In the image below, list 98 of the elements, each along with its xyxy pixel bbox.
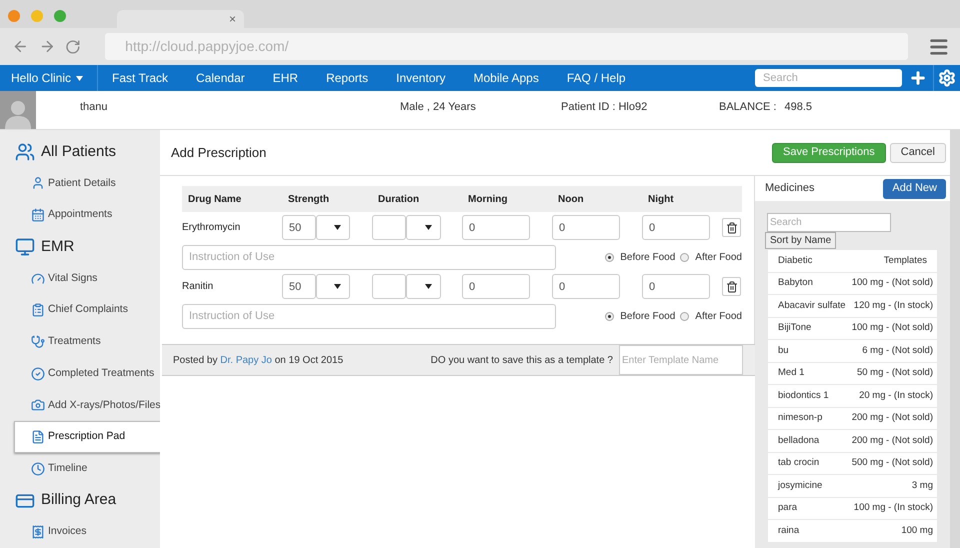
browser-tab[interactable]: × <box>117 10 244 28</box>
clock-icon <box>31 462 45 476</box>
page-title: Add Prescription <box>171 144 266 162</box>
medicine-item[interactable]: Babyton 100 mg - (Not sold) <box>768 272 937 294</box>
medicine-item[interactable]: tab crocin 500 mg - (Not sold) <box>768 452 937 474</box>
morning-field[interactable]: 0 <box>462 215 530 240</box>
medicines-title: Medicines <box>765 181 815 196</box>
noon-field[interactable]: 0 <box>552 215 620 240</box>
balance-label: BALANCE : <box>719 100 776 115</box>
nav-link[interactable]: FAQ / Help <box>566 69 626 87</box>
medicine-item[interactable]: raina 100 mg <box>768 520 937 542</box>
dropdown[interactable] <box>406 274 441 299</box>
patient-name: thanu <box>80 100 109 115</box>
stethoscope-icon <box>31 334 45 349</box>
patient-id: Patient ID : Hlo92 <box>561 100 648 115</box>
patient-gender-age: Male , 24 Years <box>400 100 477 115</box>
nav-link[interactable]: Calendar <box>196 69 245 87</box>
camera-icon <box>31 398 45 412</box>
sort-by-name-button[interactable]: Sort by Name <box>765 232 836 249</box>
food-radio[interactable]: After Food <box>680 308 742 324</box>
medicine-item[interactable]: biodontics 1 20 mg - (In stock) <box>768 385 937 406</box>
search-field[interactable]: Search <box>755 69 902 87</box>
add-new-button[interactable]: Add New <box>883 178 946 198</box>
duration-field[interactable] <box>372 215 406 240</box>
food-radio[interactable]: Before Food <box>605 308 676 324</box>
medicine-item[interactable]: belladona 200 mg - (Not sold) <box>768 430 937 452</box>
duration-field[interactable] <box>372 274 406 299</box>
list-header: Diabetic Templates <box>768 250 937 272</box>
caret-icon <box>76 76 84 80</box>
sidebar-item[interactable]: Timeline <box>14 453 160 485</box>
settings-icon[interactable] <box>938 69 956 87</box>
noon-field[interactable]: 0 <box>552 274 620 299</box>
delete-button[interactable] <box>722 218 741 237</box>
medicine-item[interactable]: nimeson-p 200 mg - (Not sold) <box>768 408 937 429</box>
delete-button[interactable] <box>722 277 741 296</box>
nav-link[interactable]: Reports <box>326 69 368 87</box>
add-icon[interactable] <box>909 69 927 87</box>
night-field[interactable]: 0 <box>642 215 710 240</box>
cancel-button[interactable]: Cancel <box>890 142 946 162</box>
sidebar-item[interactable]: Chief Complaints <box>14 294 160 326</box>
dropdown[interactable] <box>406 215 441 240</box>
clipboard-icon <box>31 303 45 318</box>
table-header: Drug Name Strength Duration Morning Noon Night <box>182 186 742 212</box>
sidebar-item[interactable]: Completed Treatments <box>14 358 160 390</box>
sidebar-section[interactable]: Billing Area <box>41 489 116 512</box>
food-radio[interactable]: Before Food <box>605 250 676 264</box>
night-field[interactable]: 0 <box>642 274 710 299</box>
check-circle-icon <box>31 366 45 381</box>
balance-value: 498.5 <box>784 100 812 115</box>
template-name-field[interactable]: Enter Template Name <box>619 345 743 375</box>
sidebar-item[interactable]: Vital Signs <box>14 262 160 294</box>
strength-field[interactable]: 50 <box>282 274 316 299</box>
medicine-item[interactable]: bu 6 mg - (Not sold) <box>768 340 937 362</box>
trash-icon <box>726 222 738 234</box>
caret-icon <box>334 225 341 230</box>
sidebar-item[interactable]: Treatments <box>14 326 160 358</box>
nav-link[interactable]: Fast Track <box>112 69 168 87</box>
template-question: DO you want to save this as a template ? <box>430 354 613 368</box>
avatar-placeholder <box>0 91 36 129</box>
receipt-icon <box>31 525 45 540</box>
caret-icon <box>334 284 341 289</box>
nav-link[interactable]: Inventory <box>396 69 446 87</box>
sidebar-item[interactable]: Prescription Pad <box>14 421 161 453</box>
medicine-search-field[interactable]: Search <box>767 213 891 232</box>
dropdown[interactable] <box>316 215 350 240</box>
users-icon <box>15 142 35 162</box>
nav-link[interactable]: EHR <box>272 69 298 87</box>
refresh-icon[interactable] <box>65 38 82 54</box>
back-icon[interactable] <box>12 38 29 55</box>
sidebar-item[interactable]: Appointments <box>14 199 160 232</box>
sidebar-item[interactable]: Patient Details <box>14 168 160 200</box>
sidebar-section[interactable]: All Patients <box>41 140 116 164</box>
document-icon <box>31 430 45 444</box>
food-radio[interactable]: After Food <box>680 250 742 264</box>
gauge-icon <box>31 272 45 286</box>
strength-field[interactable]: 50 <box>282 215 316 240</box>
medicine-item[interactable]: BijiTone 100 mg - (Not sold) <box>768 318 937 339</box>
monitor-icon <box>15 236 35 257</box>
instruction-field[interactable]: Instruction of Use <box>182 304 556 328</box>
sidebar-section[interactable]: EMR <box>41 236 74 258</box>
medicine-item[interactable]: Abacavir sulfate 120 mg - (In stock) <box>768 295 937 316</box>
sidebar-item[interactable]: Add X-rays/Photos/Files <box>14 390 160 422</box>
calendar-icon <box>31 208 45 222</box>
trash-icon <box>726 280 738 292</box>
medicine-item[interactable]: para 100 mg - (In stock) <box>768 498 937 519</box>
medicine-item[interactable]: josymicine 3 mg <box>768 475 937 496</box>
nav-link[interactable]: Mobile Apps <box>473 69 539 87</box>
instruction-field[interactable]: Instruction of Use <box>182 244 556 270</box>
morning-field[interactable]: 0 <box>462 274 530 299</box>
drug-name: Erythromycin <box>182 221 242 235</box>
posted-by-text: Posted by Dr. Papy Jo on 19 Oct 2015 <box>173 354 344 368</box>
caret-icon <box>425 225 432 230</box>
dropdown[interactable] <box>316 274 350 299</box>
medicine-item[interactable]: Med 1 50 mg - (Not sold) <box>768 362 937 384</box>
user-icon <box>31 176 45 190</box>
drug-name: Ranitin <box>182 280 214 294</box>
sidebar-item[interactable]: Invoices <box>14 516 160 548</box>
caret-icon <box>425 284 432 289</box>
